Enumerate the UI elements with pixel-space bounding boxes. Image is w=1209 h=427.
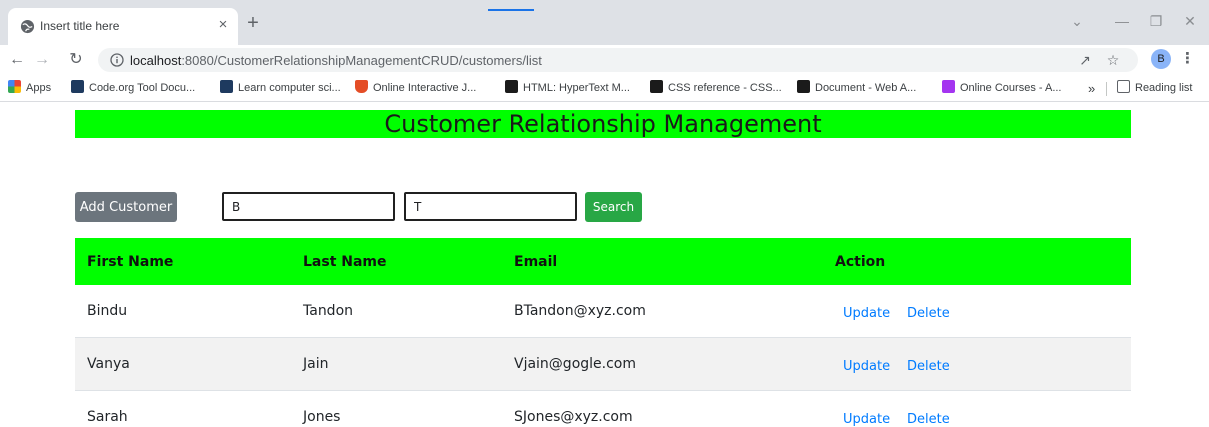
bookmark-label: Apps: [26, 82, 52, 94]
mdn-icon: [505, 80, 518, 93]
bookmark-online-interactive[interactable]: Online Interactive J...: [355, 80, 476, 97]
search-button[interactable]: Search: [585, 192, 642, 222]
delete-link[interactable]: Delete: [907, 359, 950, 374]
cell-last-name: Jain: [303, 356, 329, 372]
profile-avatar[interactable]: B: [1151, 49, 1171, 69]
bookmark-label: CSS reference - CSS...: [668, 82, 782, 94]
bookmarks-divider: [1106, 82, 1107, 96]
mdn-icon: [650, 80, 663, 93]
globe-icon: [20, 19, 35, 34]
bookmark-apps[interactable]: Apps: [8, 80, 51, 97]
bookmark-label: Code.org Tool Docu...: [89, 82, 196, 94]
update-link[interactable]: Update: [843, 412, 890, 427]
more-bookmarks-icon[interactable]: »: [1088, 80, 1095, 97]
info-icon[interactable]: [110, 53, 124, 67]
cell-email: BTandon@xyz.com: [514, 303, 646, 319]
bookmark-css-reference[interactable]: CSS reference - CSS...: [650, 80, 782, 97]
bookmark-label: Learn computer sci...: [238, 82, 341, 94]
new-tab-button[interactable]: +: [243, 13, 263, 33]
bookmark-html-mdn[interactable]: HTML: HyperText M...: [505, 80, 630, 97]
browser-tab-strip: Insert title here × + ⌄ — ❐ ✕: [0, 0, 1209, 45]
add-customer-button[interactable]: Add Customer: [75, 192, 177, 222]
update-link[interactable]: Update: [843, 306, 890, 321]
cell-first-name: Bindu: [87, 303, 128, 319]
tab-title: Insert title here: [40, 19, 120, 33]
table-header: First Name Last Name Email Action: [75, 238, 1131, 285]
page-title: Customer Relationship Management: [384, 110, 822, 138]
url-text: localhost:8080/CustomerRelationshipManag…: [130, 53, 542, 68]
column-header-action: Action: [835, 254, 886, 270]
table-row: Vanya Jain Vjain@gogle.com Update Delete: [75, 338, 1131, 391]
browser-tab[interactable]: Insert title here ×: [8, 8, 238, 45]
cell-last-name: Jones: [303, 409, 341, 425]
url-host: localhost: [130, 53, 182, 68]
loading-indicator: [488, 9, 534, 11]
apps-grid-icon: [8, 80, 21, 93]
column-header-last-name: Last Name: [303, 254, 387, 270]
customer-table: First Name Last Name Email Action Bindu …: [75, 238, 1131, 427]
page-header-banner: Customer Relationship Management: [75, 110, 1131, 138]
tab-close-icon[interactable]: ×: [214, 16, 232, 34]
close-window-icon[interactable]: ✕: [1180, 11, 1200, 31]
table-row: Bindu Tandon BTandon@xyz.com Update Dele…: [75, 285, 1131, 338]
cell-email: SJones@xyz.com: [514, 409, 633, 425]
delete-link[interactable]: Delete: [907, 412, 950, 427]
cell-last-name: Tandon: [303, 303, 354, 319]
update-link[interactable]: Update: [843, 359, 890, 374]
restore-icon[interactable]: ❐: [1146, 11, 1166, 31]
reload-icon[interactable]: ↻: [65, 49, 87, 71]
forward-icon[interactable]: →: [31, 49, 53, 71]
mdn-icon: [797, 80, 810, 93]
bookmark-online-courses[interactable]: Online Courses - A...: [942, 80, 1062, 97]
column-header-email: Email: [514, 254, 558, 270]
browser-toolbar: ← → ↻ localhost:8080/CustomerRelationshi…: [0, 45, 1209, 75]
cell-first-name: Sarah: [87, 409, 128, 425]
bookmark-label: Online Courses - A...: [960, 82, 1062, 94]
url-path: :8080/CustomerRelationshipManagementCRUD…: [181, 53, 542, 68]
bookmark-code-org-docs[interactable]: Code.org Tool Docu...: [71, 80, 195, 97]
search-first-name-input[interactable]: [222, 192, 395, 221]
bookmark-document-web-api[interactable]: Document - Web A...: [797, 80, 916, 97]
search-last-name-input[interactable]: [404, 192, 577, 221]
bookmark-star-icon[interactable]: ☆: [1103, 51, 1123, 69]
reading-list-icon: [1117, 80, 1130, 93]
column-header-first-name: First Name: [87, 254, 174, 270]
minimize-icon[interactable]: —: [1112, 11, 1132, 31]
bookmarks-bar: Apps Code.org Tool Docu... Learn compute…: [0, 75, 1209, 102]
tab-search-icon[interactable]: ⌄: [1067, 11, 1087, 31]
reading-list-label: Reading list: [1135, 82, 1193, 94]
bookmark-label: HTML: HyperText M...: [523, 82, 630, 94]
udemy-icon: [942, 80, 955, 93]
bookmark-learn-cs[interactable]: Learn computer sci...: [220, 80, 341, 97]
bookmark-label: Online Interactive J...: [373, 82, 477, 94]
table-row: Sarah Jones SJones@xyz.com Update Delete: [75, 391, 1131, 427]
back-icon[interactable]: ←: [6, 49, 28, 71]
address-bar[interactable]: localhost:8080/CustomerRelationshipManag…: [98, 48, 1138, 72]
cell-email: Vjain@gogle.com: [514, 356, 637, 372]
delete-link[interactable]: Delete: [907, 306, 950, 321]
reading-list-button[interactable]: Reading list: [1117, 80, 1192, 97]
share-icon[interactable]: ↗: [1075, 51, 1095, 69]
code-org-icon: [220, 80, 233, 93]
kebab-menu-icon[interactable]: ⋮: [1180, 49, 1195, 69]
cell-first-name: Vanya: [87, 356, 130, 372]
bookmark-label: Document - Web A...: [815, 82, 917, 94]
code-org-icon: [71, 80, 84, 93]
html5-icon: [355, 80, 368, 93]
